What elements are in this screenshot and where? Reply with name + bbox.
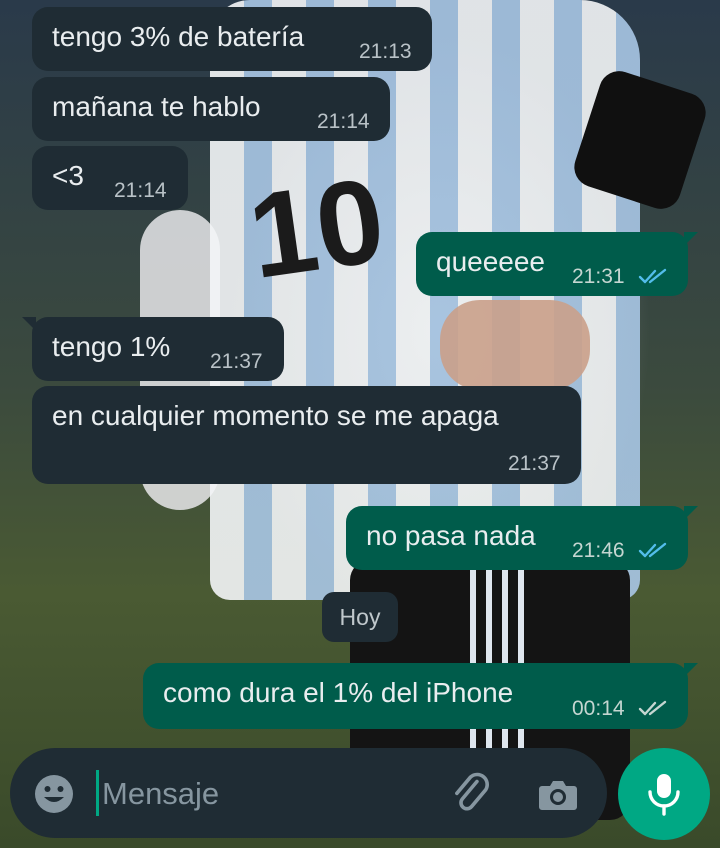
read-double-check-icon — [638, 542, 667, 558]
microphone-icon — [648, 774, 680, 816]
bubble-tail — [684, 663, 698, 677]
message-text: mañana te hablo — [52, 91, 261, 122]
message-bubble-outgoing[interactable]: no pasa nada 21:46 — [346, 506, 698, 570]
message-composer — [10, 748, 607, 838]
message-text: <3 — [52, 160, 84, 191]
message-text: tengo 1% — [52, 331, 171, 362]
delivered-double-check-icon — [638, 700, 667, 716]
paperclip-icon[interactable] — [448, 770, 496, 818]
message-time: 21:46 — [572, 539, 625, 562]
message-list[interactable]: tengo 3% de batería 21:13 mañana te habl… — [0, 0, 720, 848]
message-text: no pasa nada — [366, 520, 536, 551]
message-time: 21:14 — [114, 179, 167, 202]
text-cursor — [96, 770, 99, 816]
message-bubble-incoming[interactable]: tengo 3% de batería 21:13 — [32, 7, 432, 71]
message-text: tengo 3% de batería — [52, 21, 305, 52]
bubble-tail — [684, 506, 698, 520]
message-bubble-outgoing[interactable]: como dura el 1% del iPhone 00:14 — [143, 663, 698, 729]
message-text: queeeee — [436, 246, 546, 277]
bubble-tail — [684, 232, 698, 246]
message-bubble-incoming[interactable]: <3 21:14 — [32, 146, 188, 210]
message-time: 21:13 — [359, 40, 412, 63]
message-bubble-incoming[interactable]: en cualquier momento se me apaga 21:37 — [32, 386, 581, 484]
message-time: 21:14 — [317, 110, 370, 133]
bubble-tail — [22, 317, 36, 331]
voice-record-button[interactable] — [618, 748, 710, 840]
message-time: 00:14 — [572, 697, 625, 720]
message-bubble-outgoing[interactable]: queeeee 21:31 — [416, 232, 698, 296]
message-input[interactable] — [100, 766, 424, 822]
message-time: 21:37 — [210, 350, 263, 373]
message-text: en cualquier momento se me apaga — [52, 400, 499, 431]
emoji-icon[interactable] — [32, 772, 76, 816]
day-separator-chip: Hoy — [322, 592, 398, 642]
message-bubble-incoming[interactable]: mañana te hablo 21:14 — [32, 77, 390, 141]
message-time: 21:37 — [508, 452, 561, 475]
message-text: como dura el 1% del iPhone — [163, 677, 514, 708]
camera-icon[interactable] — [536, 772, 580, 816]
message-time: 21:31 — [572, 265, 625, 288]
read-double-check-icon — [638, 268, 667, 284]
message-bubble-incoming[interactable]: tengo 1% 21:37 — [22, 317, 284, 381]
